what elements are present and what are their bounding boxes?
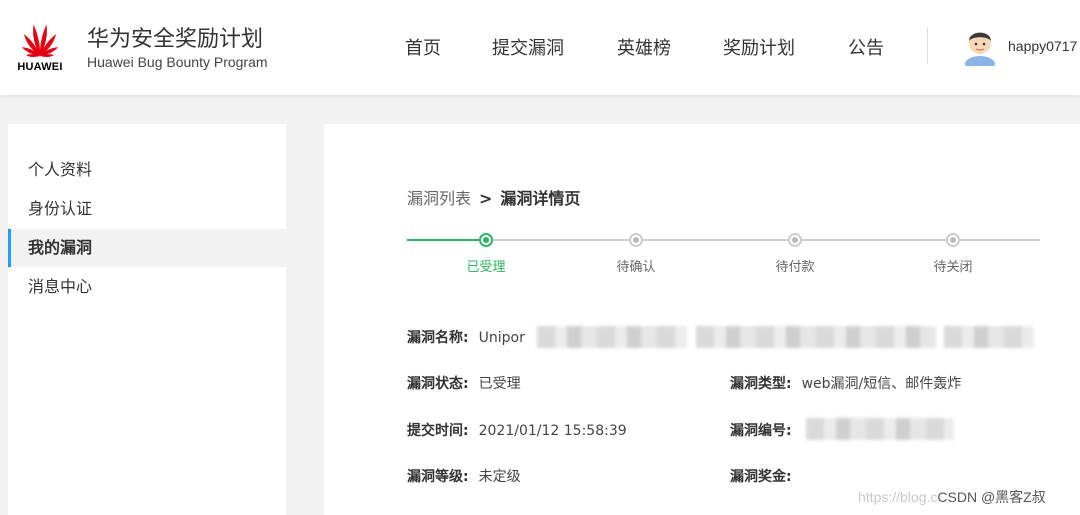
breadcrumb: 漏洞列表 > 漏洞详情页 — [407, 185, 580, 209]
redacted-name-part1 — [537, 326, 687, 348]
breadcrumb-list-link[interactable]: 漏洞列表 — [407, 189, 471, 208]
vuln-bonus-field: 漏洞奖金: — [730, 466, 792, 486]
vuln-name-value: Unipor — [478, 330, 525, 346]
nav-item-home[interactable]: 首页 — [405, 34, 441, 60]
nav-item-notice[interactable]: 公告 — [848, 34, 884, 60]
step-label-confirm: 待确认 — [616, 260, 656, 275]
vuln-name-field: 漏洞名称: Unipor — [407, 327, 525, 347]
vuln-type-key: 漏洞类型: — [730, 376, 792, 392]
step-dot-close — [946, 233, 960, 247]
logo-text: HUAWEI — [17, 61, 63, 73]
sidebar: 个人资料 身份认证 我的漏洞 消息中心 — [8, 124, 286, 515]
brand-subtitle: Huawei Bug Bounty Program — [87, 54, 268, 70]
watermark-text: CSDN @黑客Z叔 — [937, 489, 1046, 505]
vuln-type-value: web漏洞/短信、邮件轰炸 — [801, 376, 962, 392]
redacted-name-part2 — [696, 326, 936, 348]
huawei-flower-icon — [21, 24, 59, 57]
step-dot-confirm — [629, 233, 643, 247]
username[interactable]: happy0717 — [1008, 38, 1077, 54]
avatar[interactable] — [962, 26, 998, 72]
vuln-id-field: 漏洞编号: — [730, 420, 792, 440]
redacted-name-part3 — [944, 326, 1034, 348]
vuln-status-value: 已受理 — [478, 376, 521, 392]
submit-time-field: 提交时间: 2021/01/12 15:58:39 — [407, 420, 627, 440]
watermark-url: https://blog.c — [858, 489, 938, 505]
submit-time-key: 提交时间: — [407, 423, 469, 439]
vuln-level-key: 漏洞等级: — [407, 469, 469, 485]
vuln-status-key: 漏洞状态: — [407, 376, 469, 392]
main-panel: 漏洞列表 > 漏洞详情页 已受理 待确认 待付款 待关闭 漏洞名称: Unipor 漏… — [324, 124, 1080, 515]
nav-item-submit[interactable]: 提交漏洞 — [492, 34, 564, 60]
breadcrumb-separator: > — [479, 189, 493, 208]
step-label-close: 待关闭 — [933, 260, 973, 275]
top-header: HUAWEI 华为安全奖励计划 Huawei Bug Bounty Progra… — [0, 0, 1080, 95]
vuln-level-field: 漏洞等级: 未定级 — [407, 466, 521, 486]
step-label-accepted: 已受理 — [466, 260, 506, 275]
user-avatar-icon — [965, 32, 995, 72]
nav-item-rewards[interactable]: 奖励计划 — [723, 34, 795, 60]
sidebar-item-profile[interactable]: 个人资料 — [8, 151, 286, 189]
vuln-bonus-key: 漏洞奖金: — [730, 469, 792, 485]
progress-steps: 已受理 待确认 待付款 待关闭 — [407, 228, 1040, 275]
vuln-id-key: 漏洞编号: — [730, 423, 792, 439]
breadcrumb-current: 漏洞详情页 — [500, 189, 581, 208]
redacted-vuln-id — [806, 418, 954, 440]
cut-off-row — [407, 507, 807, 515]
vuln-type-field: 漏洞类型: web漏洞/短信、邮件轰炸 — [730, 373, 961, 393]
sidebar-item-messages[interactable]: 消息中心 — [8, 268, 286, 306]
step-label-payment: 待付款 — [775, 260, 815, 275]
nav-divider — [927, 28, 928, 64]
submit-time-value: 2021/01/12 15:58:39 — [478, 423, 627, 439]
watermark: https://blog.cCSDN @黑客Z叔 — [858, 487, 1046, 507]
vuln-name-key: 漏洞名称: — [407, 330, 469, 346]
brand-title: 华为安全奖励计划 — [87, 27, 264, 52]
step-line-done — [407, 239, 486, 241]
nav-item-heroes[interactable]: 英雄榜 — [617, 34, 671, 60]
step-dot-accepted — [479, 233, 493, 247]
sidebar-item-my-vulns[interactable]: 我的漏洞 — [8, 229, 286, 267]
step-dot-payment — [788, 233, 802, 247]
vuln-level-value: 未定级 — [478, 469, 521, 485]
sidebar-item-identity[interactable]: 身份认证 — [8, 190, 286, 228]
vuln-status-field: 漏洞状态: 已受理 — [407, 373, 521, 393]
huawei-logo[interactable]: HUAWEI — [14, 20, 66, 74]
